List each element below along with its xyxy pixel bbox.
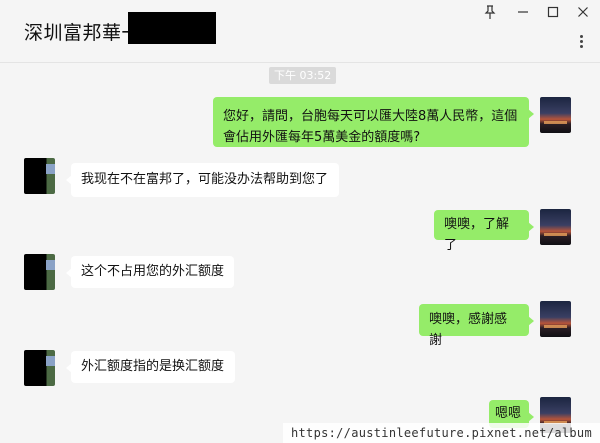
more-icon[interactable]: [580, 33, 586, 50]
redacted-name: [128, 12, 216, 44]
message-bubble-sent[interactable]: 噢噢，感謝感謝: [419, 304, 534, 348]
contact-avatar[interactable]: [24, 254, 55, 290]
watermark-url: https://austinleefuture.pixnet.net/album: [283, 423, 600, 443]
my-avatar[interactable]: [540, 209, 571, 245]
message-bubble-received[interactable]: 这个不占用您的外汇额度: [66, 256, 234, 288]
message-bubble-sent[interactable]: 您好，請問，台胞每天可以匯大陸8萬人民幣，這個會佔用外匯每年5萬美金的額度嗎?: [213, 97, 534, 147]
my-avatar[interactable]: [540, 301, 571, 337]
timestamp: 下午 03:52: [269, 67, 337, 84]
minimize-icon[interactable]: [517, 5, 529, 23]
pin-icon[interactable]: [484, 5, 496, 23]
contact-avatar[interactable]: [24, 158, 55, 194]
title-bar: 深圳富邦華一: [0, 0, 600, 63]
close-icon[interactable]: [577, 5, 589, 23]
chat-title: 深圳富邦華一: [24, 22, 142, 44]
message-bubble-received[interactable]: 外汇额度指的是换汇额度: [66, 351, 235, 383]
message-bubble-sent[interactable]: 噢噢，了解了: [434, 210, 534, 253]
maximize-icon[interactable]: [547, 5, 559, 23]
my-avatar[interactable]: [540, 97, 571, 133]
contact-avatar[interactable]: [24, 350, 55, 386]
message-bubble-received[interactable]: 我现在不在富邦了，可能没办法帮助到您了: [66, 163, 339, 197]
